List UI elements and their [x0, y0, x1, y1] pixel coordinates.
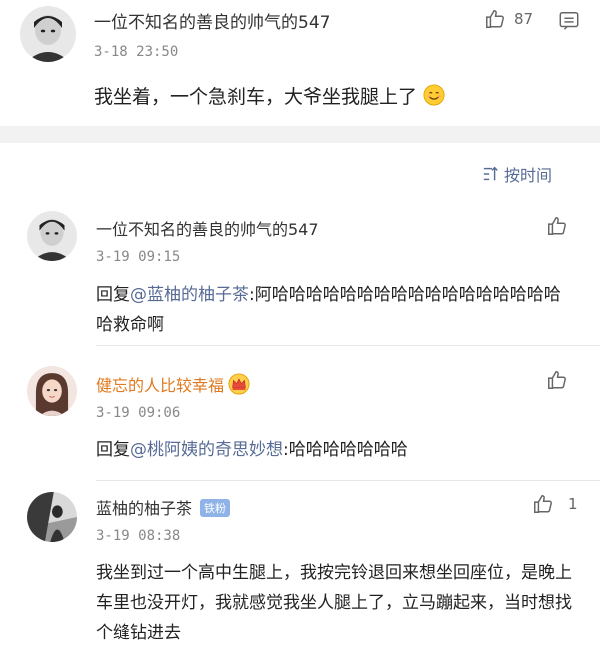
username-text: 蓝柚的柚子茶: [96, 499, 193, 518]
username[interactable]: 健忘的人比较幸福: [96, 372, 250, 396]
post-text: 我坐着，一个急刹车，大爷坐我腿上了: [94, 86, 418, 108]
divider: [96, 480, 600, 481]
avatar[interactable]: [27, 211, 77, 261]
sort-by-time-button[interactable]: 按时间: [482, 162, 552, 186]
avatar[interactable]: [27, 492, 77, 542]
message-icon[interactable]: [558, 10, 580, 32]
avatar[interactable]: [20, 6, 76, 62]
smile-emoji-icon: [423, 84, 445, 106]
comment-text: 我坐到过一个高中生腿上，我按完铃退回来想坐回座位，是晚上车里也没开灯，我就感觉我…: [96, 563, 572, 643]
username[interactable]: 一位不知名的善良的帅气的547: [94, 8, 330, 33]
thumbs-up-icon[interactable]: [546, 369, 568, 391]
comment-text: 回复@桃阿姨的奇思妙想:哈哈哈哈哈哈哈: [96, 435, 576, 465]
username[interactable]: 一位不知名的善良的帅气的547: [96, 216, 319, 240]
sort-icon: [483, 166, 498, 181]
section-divider: [0, 126, 600, 143]
like-count: 87: [514, 10, 534, 28]
sort-bar: 按时间: [0, 143, 600, 193]
reply-text: :哈哈哈哈哈哈哈: [283, 440, 408, 460]
avatar[interactable]: [27, 366, 77, 416]
comment-item: 一位不知名的善良的帅气的547 3-19 09:15 回复@蓝柚的柚子茶:阿哈哈…: [0, 196, 600, 346]
thumbs-up-icon: [486, 10, 504, 28]
username-text: 健忘的人比较幸福: [96, 376, 225, 395]
thumbs-up-icon[interactable]: [546, 215, 568, 237]
sort-label: 按时间: [503, 166, 552, 185]
username[interactable]: 蓝柚的柚子茶 铁粉: [96, 495, 231, 519]
thumbs-up-icon: [534, 495, 552, 513]
timestamp: 3-19 08:38: [96, 528, 181, 544]
divider: [96, 345, 600, 346]
comment-item: 蓝柚的柚子茶 铁粉 3-19 08:38 1 我坐到过一个高中生腿上，我按完铃退回…: [0, 482, 600, 658]
main-post: 一位不知名的善良的帅气的547 3-18 23:50 87 我坐着，一个急刹车，…: [0, 0, 600, 126]
reply-prefix: 回复: [96, 285, 130, 305]
mention-link[interactable]: @蓝柚的柚子茶: [130, 285, 249, 305]
like-button[interactable]: 87: [484, 8, 533, 30]
timestamp: 3-18 23:50: [94, 44, 179, 60]
comment-item: 健忘的人比较幸福 3-19 09:06 回复@桃阿姨的奇思妙想:哈哈哈哈哈哈哈: [0, 347, 600, 481]
comment-text: 回复@蓝柚的柚子茶:阿哈哈哈哈哈哈哈哈哈哈哈哈哈哈哈哈哈哈救命啊: [96, 280, 576, 340]
like-count: 1: [568, 495, 578, 513]
mention-link[interactable]: @桃阿姨的奇思妙想: [130, 440, 283, 460]
post-content: 我坐着，一个急刹车，大爷坐我腿上了: [94, 82, 445, 109]
fan-badge: 铁粉: [200, 499, 231, 517]
crown-icon: [228, 373, 250, 395]
like-button[interactable]: 1: [532, 493, 578, 515]
timestamp: 3-19 09:15: [96, 249, 181, 265]
reply-prefix: 回复: [96, 440, 130, 460]
timestamp: 3-19 09:06: [96, 405, 181, 421]
